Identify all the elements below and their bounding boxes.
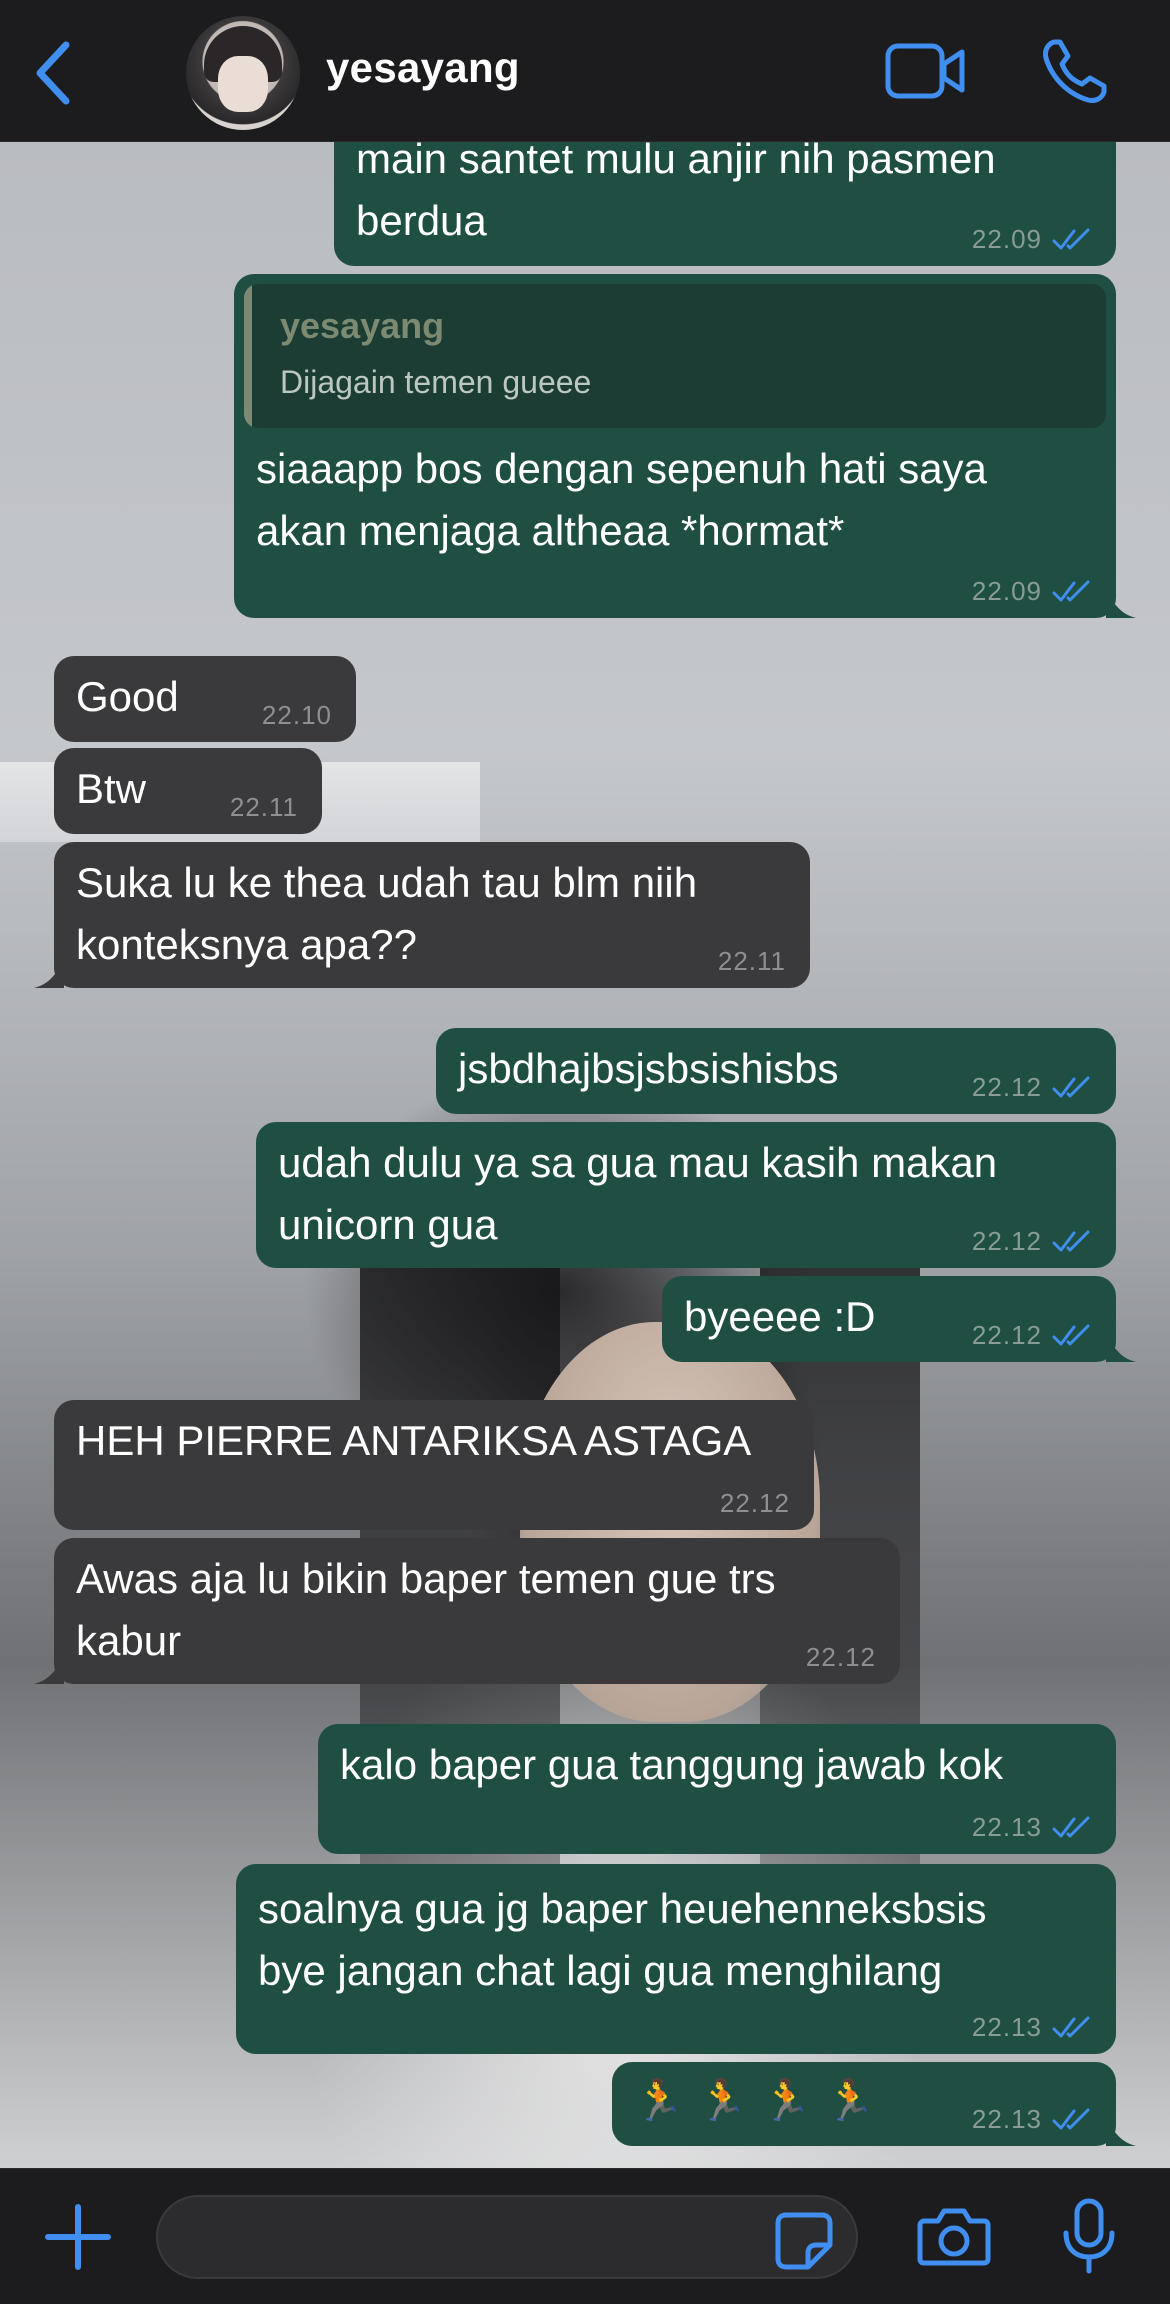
back-button[interactable] bbox=[22, 38, 82, 108]
camera-button[interactable] bbox=[916, 2205, 992, 2269]
reply-quoted-text: Dijagain temen gueee bbox=[280, 364, 592, 400]
message-bubble-outgoing[interactable]: udah dulu ya sa gua mau kasih makan unic… bbox=[256, 1122, 1116, 1268]
chat-header: yesayang bbox=[0, 0, 1170, 142]
message-time: 22.13 bbox=[971, 1812, 1042, 1842]
message-meta: 22.12 bbox=[720, 1488, 790, 1518]
attach-button[interactable] bbox=[40, 2199, 116, 2275]
reply-preview[interactable]: yesayang Dijagain temen gueee bbox=[244, 284, 1106, 428]
message-meta: 22.12 bbox=[972, 1226, 1092, 1256]
message-bubble-incoming[interactable]: Good 22.10 bbox=[54, 656, 356, 742]
message-bubble-outgoing[interactable]: jsbdhajbsjsbsishisbs 22.12 bbox=[436, 1028, 1116, 1114]
message-bubble-outgoing[interactable]: byeeee :D 22.12 bbox=[662, 1276, 1136, 1362]
reply-accent-bar bbox=[244, 284, 252, 428]
message-time: 22.12 bbox=[719, 1488, 790, 1518]
message-text: siaaapp bos dengan sepenuh hati saya aka… bbox=[256, 445, 987, 554]
message-meta: 22.09 bbox=[972, 576, 1092, 606]
message-time: 22.12 bbox=[805, 1642, 876, 1672]
message-time: 22.13 bbox=[971, 2012, 1042, 2042]
double-check-icon bbox=[1052, 580, 1090, 602]
message-time: 22.10 bbox=[261, 700, 332, 730]
double-check-icon bbox=[1052, 1076, 1090, 1098]
back-chevron-icon bbox=[36, 41, 70, 105]
message-bubble-outgoing[interactable]: main santet mulu anjir nih pasmen berdua… bbox=[334, 142, 1116, 266]
message-time: 22.12 bbox=[971, 1072, 1042, 1102]
contact-avatar[interactable] bbox=[186, 16, 300, 130]
voice-message-button[interactable] bbox=[1060, 2197, 1118, 2277]
message-time: 22.09 bbox=[971, 224, 1042, 254]
message-meta: 22.12 bbox=[972, 1072, 1092, 1102]
message-bubble-incoming[interactable]: HEH PIERRE ANTARIKSA ASTAGA 22.12 bbox=[54, 1400, 814, 1530]
bubble-tail bbox=[34, 1654, 64, 1684]
double-check-icon bbox=[1052, 1816, 1090, 1838]
bubble-tail bbox=[34, 958, 64, 988]
double-check-icon bbox=[1052, 1230, 1090, 1252]
message-meta: 22.11 bbox=[718, 946, 786, 976]
message-input[interactable] bbox=[156, 2195, 858, 2279]
bubble-tail bbox=[1106, 1332, 1136, 1362]
camera-icon bbox=[917, 2208, 991, 2266]
message-time: 22.09 bbox=[971, 576, 1042, 606]
message-bubble-incoming[interactable]: Btw 22.11 bbox=[54, 748, 322, 834]
message-bubble-outgoing[interactable]: 🏃🏃🏃🏃 22.13 bbox=[612, 2062, 1136, 2146]
message-time: 22.13 bbox=[971, 2104, 1042, 2134]
message-bubble-incoming[interactable]: Awas aja lu bikin baper temen gue trs ka… bbox=[34, 1538, 900, 1684]
message-text: Awas aja lu bikin baper temen gue trs ka… bbox=[76, 1555, 776, 1664]
bubble-tail bbox=[1106, 2116, 1136, 2146]
avatar-face bbox=[218, 56, 268, 112]
video-call-button[interactable] bbox=[884, 38, 968, 104]
message-meta: 22.09 bbox=[972, 224, 1092, 254]
message-bubble-outgoing[interactable]: kalo baper gua tanggung jawab kok 22.13 bbox=[318, 1724, 1116, 1854]
message-meta: 22.13 bbox=[972, 2012, 1092, 2042]
sticker-icon bbox=[775, 2212, 833, 2270]
message-time: 22.12 bbox=[971, 1320, 1042, 1350]
reply-sender-name: yesayang bbox=[280, 305, 445, 346]
message-time: 22.12 bbox=[971, 1226, 1042, 1256]
message-meta: 22.12 bbox=[972, 1320, 1092, 1350]
message-bubble-outgoing[interactable]: soalnya gua jg baper heuehenneksbsis bye… bbox=[236, 1864, 1116, 2054]
double-check-icon bbox=[1052, 1324, 1090, 1346]
sticker-button[interactable] bbox=[772, 2209, 836, 2273]
message-text: kalo baper gua tanggung jawab kok bbox=[340, 1741, 1004, 1788]
contact-name[interactable]: yesayang bbox=[326, 44, 520, 92]
message-meta: 22.12 bbox=[806, 1642, 876, 1672]
message-time: 22.11 bbox=[717, 946, 786, 976]
compose-bar bbox=[0, 2168, 1170, 2304]
double-check-icon bbox=[1052, 2016, 1090, 2038]
message-meta: 22.13 bbox=[972, 2104, 1092, 2134]
message-bubble-incoming[interactable]: Suka lu ke thea udah tau blm niih kontek… bbox=[34, 842, 810, 988]
message-time: 22.11 bbox=[229, 792, 298, 822]
message-text: HEH PIERRE ANTARIKSA ASTAGA bbox=[76, 1417, 752, 1464]
message-bubble-outgoing[interactable]: yesayang Dijagain temen gueee siaaapp bo… bbox=[234, 274, 1136, 618]
message-text: Suka lu ke thea udah tau blm niih kontek… bbox=[76, 859, 698, 968]
phone-icon bbox=[1043, 39, 1107, 103]
message-meta: 22.10 bbox=[262, 700, 332, 730]
double-check-icon bbox=[1052, 228, 1090, 250]
video-camera-icon bbox=[885, 43, 965, 99]
message-text: soalnya gua jg baper heuehenneksbsis bye… bbox=[258, 1885, 987, 1994]
plus-icon bbox=[45, 2204, 111, 2270]
bubble-tail bbox=[1106, 588, 1136, 618]
message-meta: 22.13 bbox=[972, 1812, 1092, 1842]
voice-call-button[interactable] bbox=[1040, 36, 1110, 106]
microphone-icon bbox=[1063, 2198, 1115, 2274]
double-check-icon bbox=[1052, 2108, 1090, 2130]
message-list[interactable]: main santet mulu anjir nih pasmen berdua… bbox=[0, 142, 1170, 2168]
message-meta: 22.11 bbox=[230, 792, 298, 822]
